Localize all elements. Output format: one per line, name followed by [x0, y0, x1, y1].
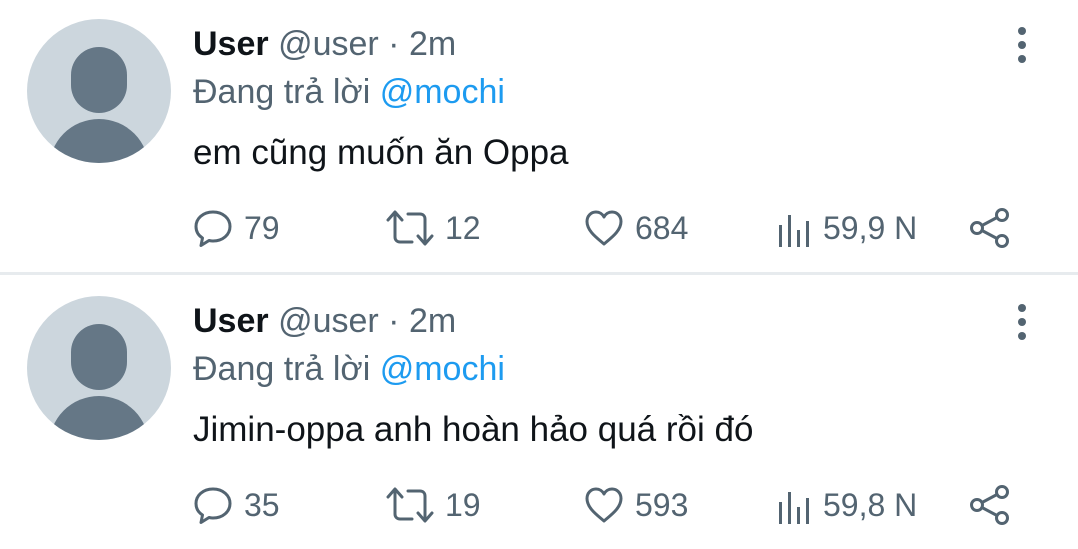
retweet-button[interactable]: 19 [385, 481, 481, 529]
retweet-count: 19 [445, 486, 481, 523]
tweet-divider [0, 272, 1078, 275]
tweet-time[interactable]: 2m [409, 302, 456, 340]
heart-icon [583, 484, 625, 526]
tweet-feed: User @user · 2m Đang trả lời @mochi em c… [0, 0, 1078, 549]
share-icon [968, 483, 1012, 527]
replying-prefix: Đang trả lời [193, 73, 371, 111]
avatar-head-shape [71, 47, 127, 113]
avatar-body-shape [49, 119, 149, 163]
mention-link[interactable]: @mochi [380, 73, 505, 111]
tweet-text: Jimin-oppa anh hoàn hảo quá rồi đó [193, 410, 754, 449]
views-icon [777, 484, 813, 526]
more-options-button[interactable] [1004, 26, 1040, 64]
views-button[interactable]: 59,8 N [777, 481, 917, 529]
like-button[interactable]: 684 [583, 204, 688, 252]
more-options-button[interactable] [1004, 303, 1040, 341]
reply-button[interactable]: 35 [192, 481, 280, 529]
views-button[interactable]: 59,9 N [777, 204, 917, 252]
avatar[interactable] [27, 296, 171, 440]
tweet-time[interactable]: 2m [409, 25, 456, 63]
retweet-icon [385, 484, 435, 526]
reply-count: 35 [244, 486, 280, 523]
views-count: 59,9 N [823, 209, 918, 246]
replying-to: Đang trả lời @mochi [193, 347, 505, 391]
reply-count: 79 [244, 209, 280, 246]
tweet-header: User @user · 2m [193, 22, 456, 66]
reply-icon [192, 207, 234, 249]
tweet[interactable]: User @user · 2m Đang trả lời @mochi em c… [0, 0, 1078, 272]
reply-icon [192, 484, 234, 526]
mention-link[interactable]: @mochi [380, 350, 505, 388]
replying-to: Đang trả lời @mochi [193, 70, 505, 114]
avatar-head-shape [71, 324, 127, 390]
display-name[interactable]: User [193, 25, 269, 63]
avatar[interactable] [27, 19, 171, 163]
tweet-header: User @user · 2m [193, 299, 456, 343]
avatar-body-shape [49, 396, 149, 440]
heart-icon [583, 207, 625, 249]
reply-button[interactable]: 79 [192, 204, 280, 252]
display-name[interactable]: User [193, 302, 269, 340]
share-icon [968, 206, 1012, 250]
replying-prefix: Đang trả lời [193, 350, 371, 388]
views-icon [777, 207, 813, 249]
like-button[interactable]: 593 [583, 481, 688, 529]
like-count: 684 [635, 209, 689, 246]
header-separator: · [388, 25, 400, 63]
retweet-count: 12 [445, 209, 481, 246]
header-separator: · [388, 302, 400, 340]
more-icon [1018, 27, 1026, 63]
retweet-button[interactable]: 12 [385, 204, 481, 252]
share-button[interactable] [968, 481, 1012, 529]
tweet-text: em cũng muốn ăn Oppa [193, 133, 569, 172]
more-icon [1018, 304, 1026, 340]
user-handle[interactable]: @user [278, 302, 379, 340]
share-button[interactable] [968, 204, 1012, 252]
user-handle[interactable]: @user [278, 25, 379, 63]
like-count: 593 [635, 486, 689, 523]
retweet-icon [385, 207, 435, 249]
tweet[interactable]: User @user · 2m Đang trả lời @mochi Jimi… [0, 277, 1078, 549]
views-count: 59,8 N [823, 486, 918, 523]
